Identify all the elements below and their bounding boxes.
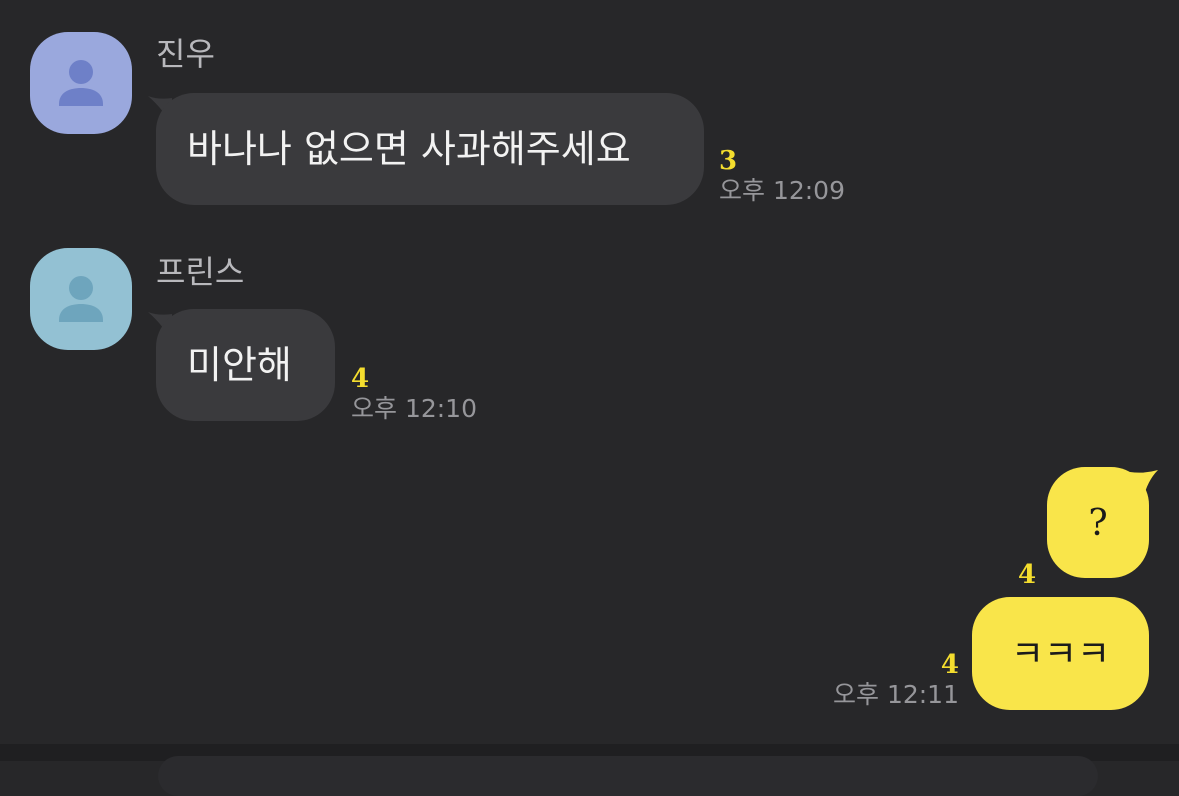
avatar-prince[interactable] (30, 248, 132, 350)
unread-count: 4 (1018, 560, 1037, 590)
message-text: 미안해 (187, 343, 292, 387)
message-bubble-incoming[interactable]: 미안해 (156, 309, 335, 421)
message-text: 바나나 없으면 사과해주세요 (187, 127, 631, 171)
unread-count: 4 (940, 650, 959, 680)
message-composer-bar (0, 744, 1179, 796)
message-text: ? (1088, 503, 1108, 544)
message-text: ㅋㅋㅋ (1010, 634, 1111, 675)
unread-count: 4 (351, 364, 370, 394)
message-bubble-outgoing[interactable]: ㅋㅋㅋ (972, 597, 1149, 710)
bubble-tail (1130, 470, 1158, 504)
message-bubble-incoming[interactable]: 바나나 없으면 사과해주세요 (156, 93, 704, 205)
person-icon (59, 60, 103, 106)
person-icon (59, 276, 103, 322)
unread-count: 3 (719, 146, 738, 176)
message-time: 오후 12:09 (719, 176, 845, 205)
sender-name: 프린스 (156, 253, 245, 291)
chat-message-list: 진우 바나나 없으면 사과해주세요 3 오후 12:09 프린스 미안해 4 오… (0, 0, 1179, 744)
message-time: 오후 12:10 (351, 394, 477, 423)
avatar-jinwoo[interactable] (30, 32, 132, 134)
sender-name: 진우 (156, 35, 215, 73)
message-time: 오후 12:11 (833, 680, 959, 709)
message-input[interactable] (158, 756, 1098, 796)
